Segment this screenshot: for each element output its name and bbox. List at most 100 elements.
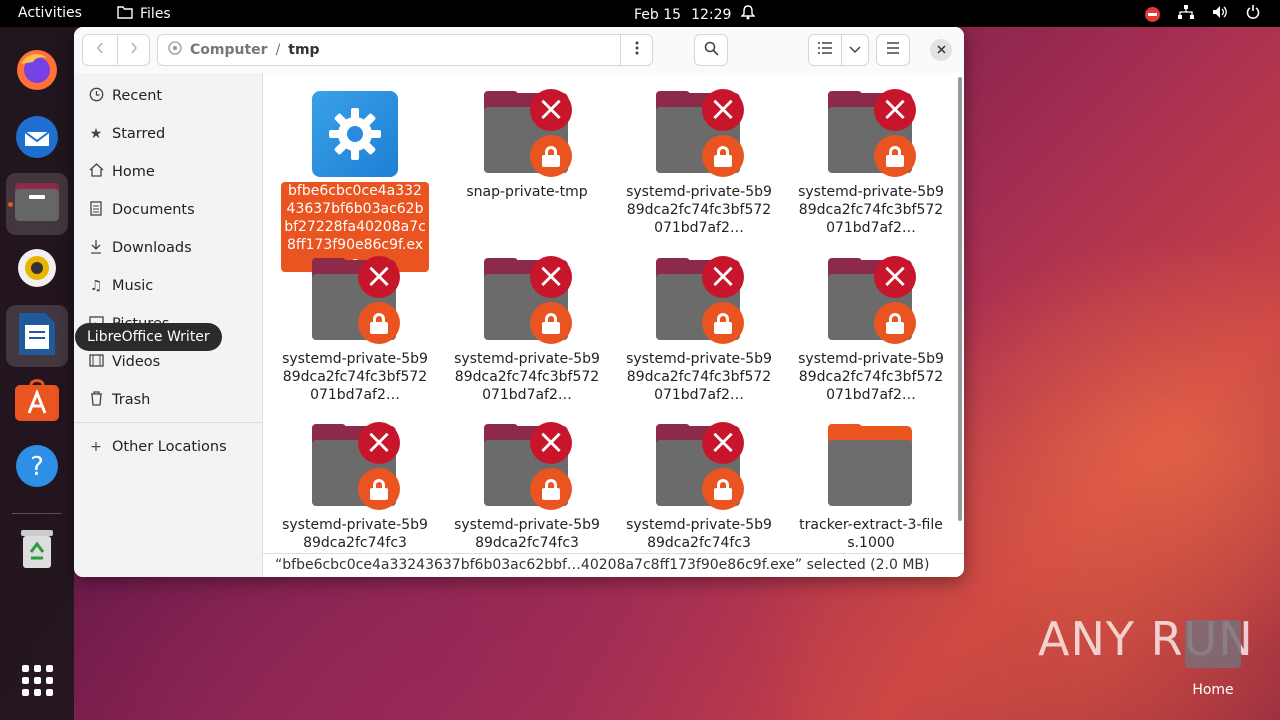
file-name: systemd-private-5b989dca2fc74fc3 xyxy=(626,517,772,551)
status-bar: “bfbe6cbc0ce4a33243637bf6b03ac62bbf…4020… xyxy=(263,553,964,577)
sidebar-separator xyxy=(74,422,262,423)
folder-icon: × xyxy=(656,422,744,510)
lock-icon xyxy=(702,302,744,344)
app-menu[interactable]: Files xyxy=(117,5,171,23)
forward-button[interactable] xyxy=(117,34,150,66)
libreoffice-writer-launcher[interactable] xyxy=(6,305,68,367)
file-name: systemd-private-5b989dca2fc74fc3bf572071… xyxy=(626,184,772,236)
sidebar-item-home[interactable]: Home xyxy=(88,159,155,185)
folder-icon: × xyxy=(828,256,916,344)
sidebar-item-videos[interactable]: Videos xyxy=(88,349,160,375)
file-item[interactable]: × systemd-private-5b989dca2fc74fc3 xyxy=(452,422,602,552)
file-item[interactable]: × systemd-private-5b989dca2fc74fc3 xyxy=(280,422,430,552)
file-item[interactable]: × systemd-private-5b989dca2fc74fc3bf5720… xyxy=(280,256,430,404)
folder-icon: × xyxy=(484,256,572,344)
rhythmbox-launcher[interactable] xyxy=(6,239,68,301)
sidebar-item-recent[interactable]: Recent xyxy=(88,83,162,109)
folder-icon: × xyxy=(484,422,572,510)
sidebar-item-label: Music xyxy=(112,278,154,294)
folder-icon: × xyxy=(312,422,400,510)
clock-icon xyxy=(88,87,104,106)
file-item[interactable]: × systemd-private-5b989dca2fc74fc3 xyxy=(624,422,774,552)
no-access-icon: × xyxy=(358,422,400,464)
sidebar-item-documents[interactable]: Documents xyxy=(88,197,195,223)
clock[interactable]: Feb 15 12:29 xyxy=(634,5,757,24)
file-item[interactable]: bfbe6cbc0ce4a33243637bf6b03ac62bbf27228f… xyxy=(280,91,430,272)
dock-tooltip: LibreOffice Writer xyxy=(75,323,222,351)
close-button[interactable] xyxy=(930,39,952,61)
search-button[interactable] xyxy=(694,34,728,66)
music-icon: ♫ xyxy=(89,278,103,294)
back-button[interactable] xyxy=(82,34,118,66)
firefox-icon xyxy=(15,48,59,96)
file-name: systemd-private-5b989dca2fc74fc3 xyxy=(454,517,600,551)
show-apps-button[interactable] xyxy=(6,649,68,711)
path-tmp[interactable]: tmp xyxy=(288,42,319,58)
app-center-icon xyxy=(15,379,59,425)
system-tray[interactable] xyxy=(1145,5,1260,23)
sidebar-item-trash[interactable]: Trash xyxy=(88,387,150,413)
home-icon xyxy=(88,163,104,181)
sidebar-item-music[interactable]: ♫ Music xyxy=(88,273,154,299)
folder-icon: × xyxy=(312,256,400,344)
file-item[interactable]: × systemd-private-5b989dca2fc74fc3bf5720… xyxy=(452,256,602,404)
bell-icon xyxy=(740,5,757,24)
trash-launcher[interactable] xyxy=(6,519,68,581)
header-bar: Computer / tmp xyxy=(74,27,964,73)
thunderbird-icon xyxy=(13,112,61,164)
thunderbird-launcher[interactable] xyxy=(6,107,68,169)
close-icon xyxy=(936,43,946,58)
folder-icon xyxy=(117,5,133,23)
folder-icon: × xyxy=(656,89,744,177)
file-item[interactable]: × systemd-private-5b989dca2fc74fc3bf5720… xyxy=(624,256,774,404)
file-item[interactable]: × systemd-private-5b989dca2fc74fc3bf5720… xyxy=(624,89,774,237)
running-indicator xyxy=(8,202,13,207)
lock-icon xyxy=(702,135,744,177)
list-view-button[interactable] xyxy=(808,34,842,66)
power-icon xyxy=(1246,5,1260,23)
no-access-icon: × xyxy=(530,89,572,131)
help-icon: ? xyxy=(15,444,59,492)
no-access-icon: × xyxy=(702,89,744,131)
path-computer[interactable]: Computer xyxy=(190,42,268,58)
path-bar[interactable]: Computer / tmp xyxy=(157,34,653,66)
software-launcher[interactable] xyxy=(6,371,68,433)
sidebar-item-starred[interactable]: ★ Starred xyxy=(88,121,166,147)
path-menu-button[interactable] xyxy=(620,35,652,65)
activities-button[interactable]: Activities xyxy=(18,5,82,21)
sidebar-item-label: Documents xyxy=(112,202,195,218)
sidebar-item-label: Videos xyxy=(112,354,161,370)
app-name: Files xyxy=(140,6,171,22)
recycle-bin-icon xyxy=(19,526,55,574)
video-icon xyxy=(88,353,104,371)
file-item[interactable]: × systemd-private-5b989dca2fc74fc3bf5720… xyxy=(796,89,946,237)
star-icon: ★ xyxy=(89,126,103,142)
hamburger-icon xyxy=(886,42,900,58)
desktop-home-label: Home xyxy=(1192,682,1234,698)
sidebar-item-downloads[interactable]: Downloads xyxy=(88,235,192,261)
sidebar-item-other-locations[interactable]: + Other Locations xyxy=(88,434,227,460)
firefox-launcher[interactable] xyxy=(6,41,68,103)
file-item[interactable]: × snap-private-tmp xyxy=(452,89,602,201)
no-access-icon: × xyxy=(530,422,572,464)
help-launcher[interactable]: ? xyxy=(6,437,68,499)
main-menu-button[interactable] xyxy=(876,34,910,66)
chevron-left-icon xyxy=(95,41,105,59)
no-access-icon: × xyxy=(702,256,744,298)
file-item[interactable]: tracker-extract-3-files.1000 xyxy=(796,424,946,552)
desktop-home-item[interactable]: Home xyxy=(1185,620,1241,698)
files-launcher[interactable] xyxy=(6,173,68,235)
view-options-button[interactable] xyxy=(841,34,869,66)
lock-icon xyxy=(874,135,916,177)
lock-icon xyxy=(702,468,744,510)
file-name: systemd-private-5b989dca2fc74fc3bf572071… xyxy=(454,351,600,403)
no-access-icon: × xyxy=(874,256,916,298)
folder-icon: × xyxy=(484,89,572,177)
time: 12:29 xyxy=(691,6,732,23)
file-item[interactable]: × systemd-private-5b989dca2fc74fc3bf5720… xyxy=(796,256,946,404)
document-icon xyxy=(88,200,104,220)
path-separator: / xyxy=(275,42,281,58)
sidebar-item-label: Recent xyxy=(112,88,163,104)
writer-icon xyxy=(17,311,57,361)
scrollbar[interactable] xyxy=(958,77,962,521)
